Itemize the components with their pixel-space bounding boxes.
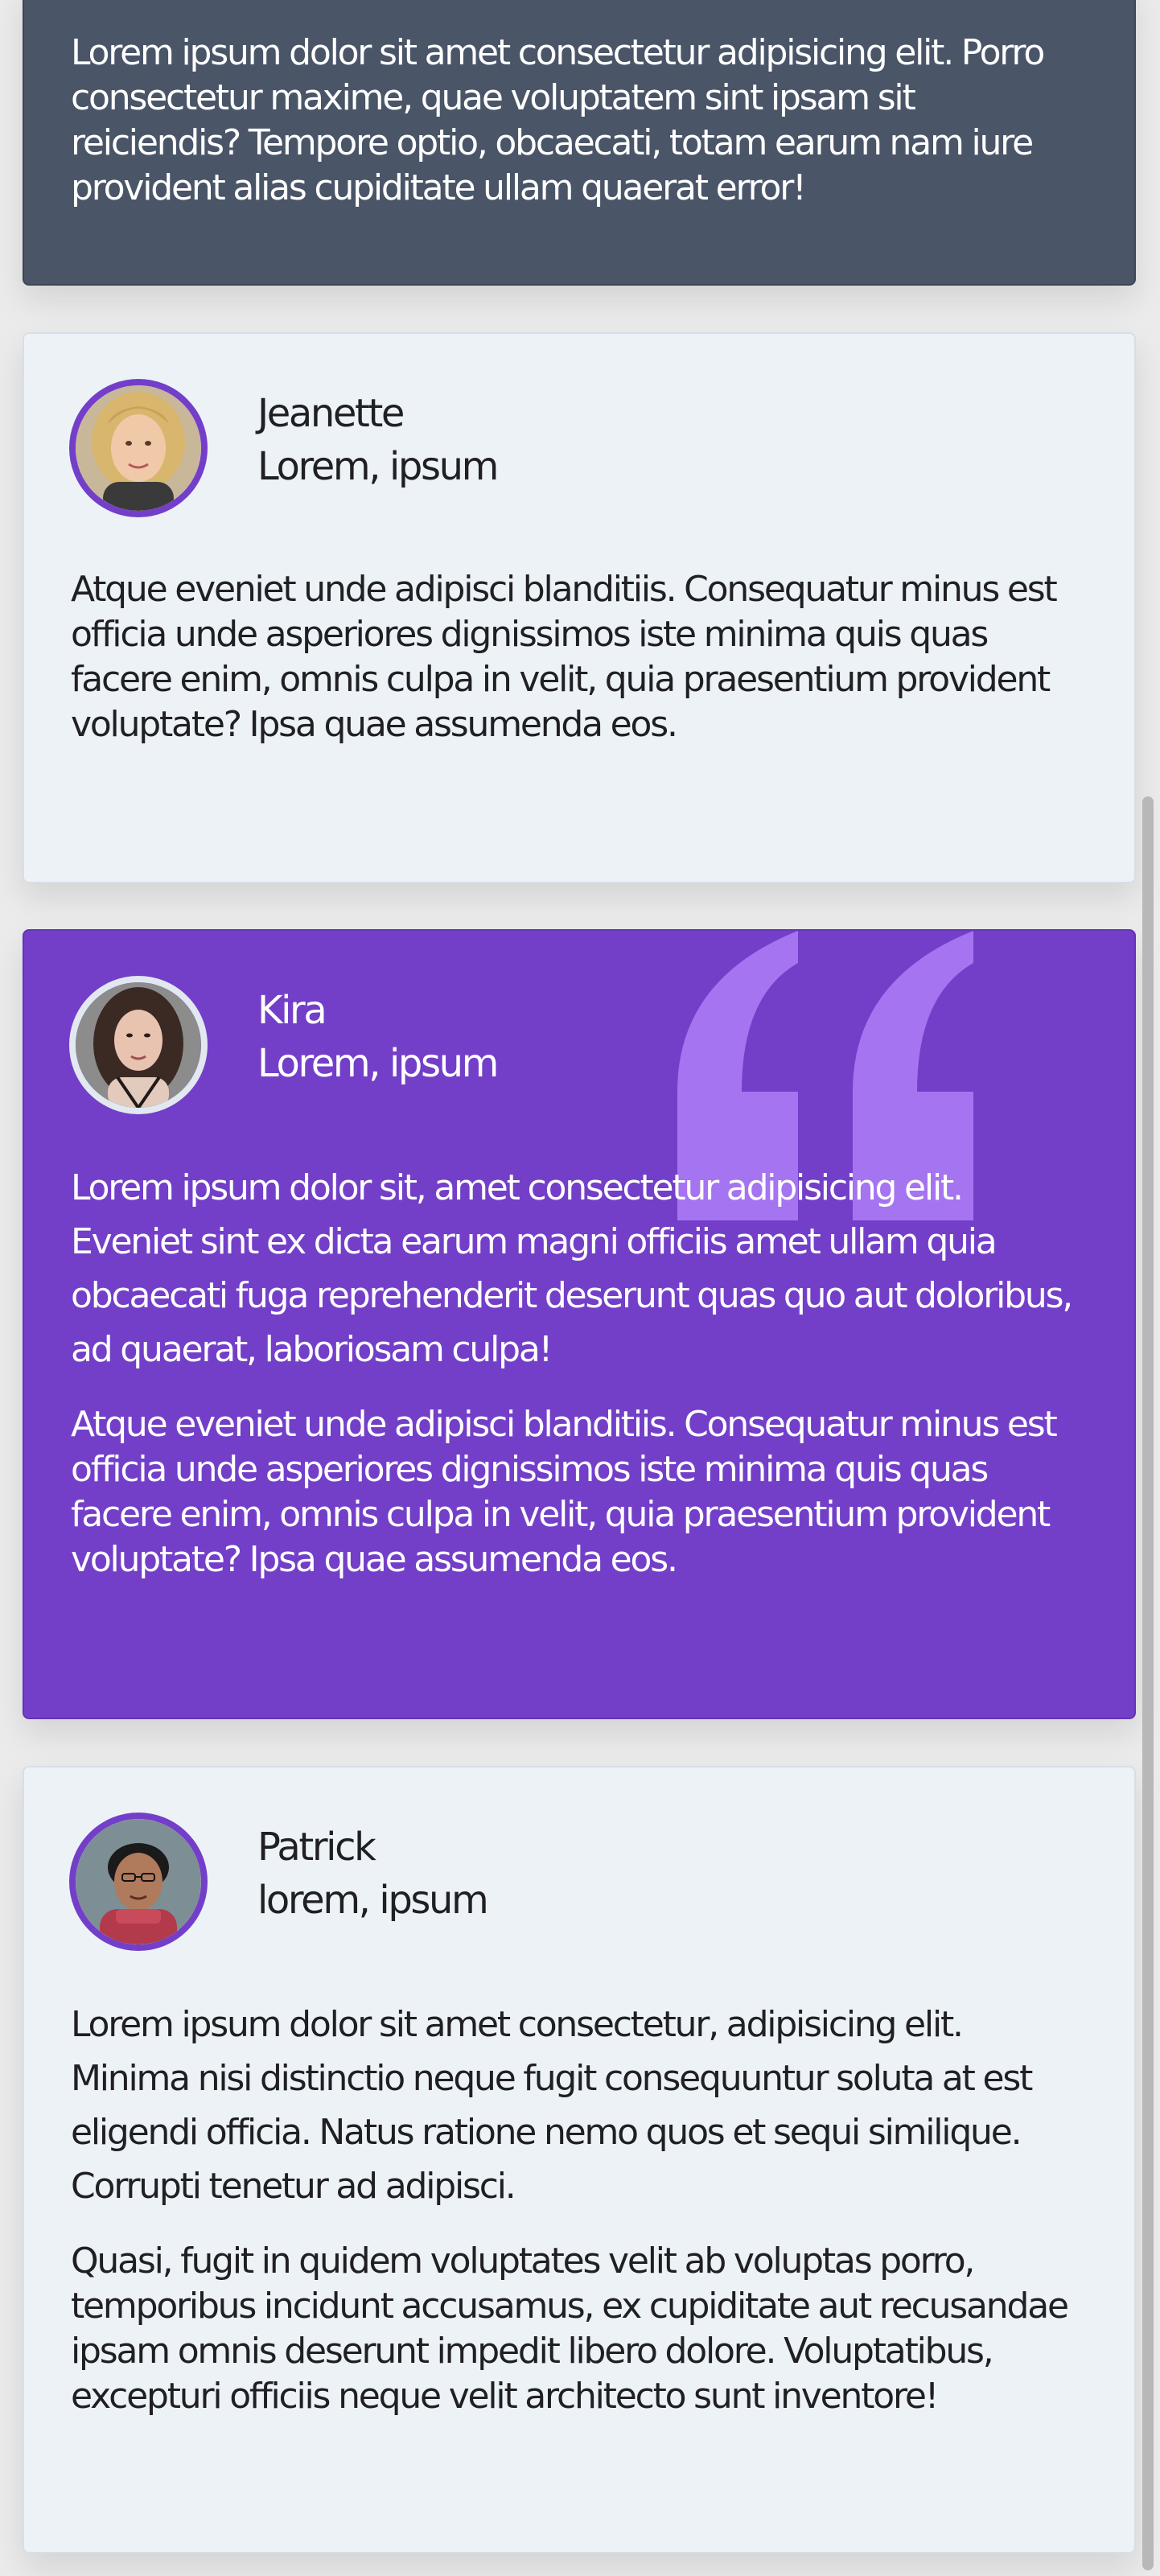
- avatar-photo: [76, 385, 201, 511]
- avatar: [69, 1813, 208, 1951]
- author-role: Lorem, ipsum: [257, 444, 499, 489]
- avatar-photo: [76, 1819, 201, 1944]
- testimonial-card-jeanette: Jeanette Lorem, ipsum Atque eveniet unde…: [23, 332, 1136, 883]
- avatar-photo: [76, 982, 201, 1108]
- testimonial-card-kira: Kira Lorem, ipsum Lorem ipsum dolor sit,…: [23, 929, 1136, 1719]
- scrollbar-thumb[interactable]: [1142, 796, 1154, 2570]
- testimonial-lead-paragraph: Lorem ipsum dolor sit, amet consectetur …: [71, 1167, 1073, 1370]
- avatar: [69, 976, 208, 1114]
- author-name: Patrick: [257, 1825, 376, 1870]
- testimonial-paragraph: Atque eveniet unde adipisci blanditiis. …: [71, 1404, 1058, 1580]
- testimonial-text: Lorem ipsum dolor sit amet consectetur a…: [71, 32, 1045, 208]
- author-name: Jeanette: [257, 391, 405, 436]
- scrollbar[interactable]: [1137, 0, 1160, 2576]
- testimonial-lead-paragraph: Lorem ipsum dolor sit amet consectetur, …: [71, 2004, 1033, 2207]
- testimonial-paragraph: Quasi, fugit in quidem voluptates velit …: [71, 2241, 1069, 2417]
- author-role: lorem, ipsum: [257, 1878, 489, 1923]
- author-role: Lorem, ipsum: [257, 1041, 499, 1086]
- avatar: [69, 379, 208, 517]
- testimonial-card-patrick: Patrick lorem, ipsum Lorem ipsum dolor s…: [23, 1766, 1136, 2553]
- testimonial-paragraph: Atque eveniet unde adipisci blanditiis. …: [71, 569, 1058, 745]
- author-name: Kira: [257, 988, 327, 1033]
- testimonials-page: Lorem ipsum dolor sit amet consectetur a…: [0, 0, 1160, 2576]
- testimonial-card-slate: Lorem ipsum dolor sit amet consectetur a…: [23, 0, 1136, 286]
